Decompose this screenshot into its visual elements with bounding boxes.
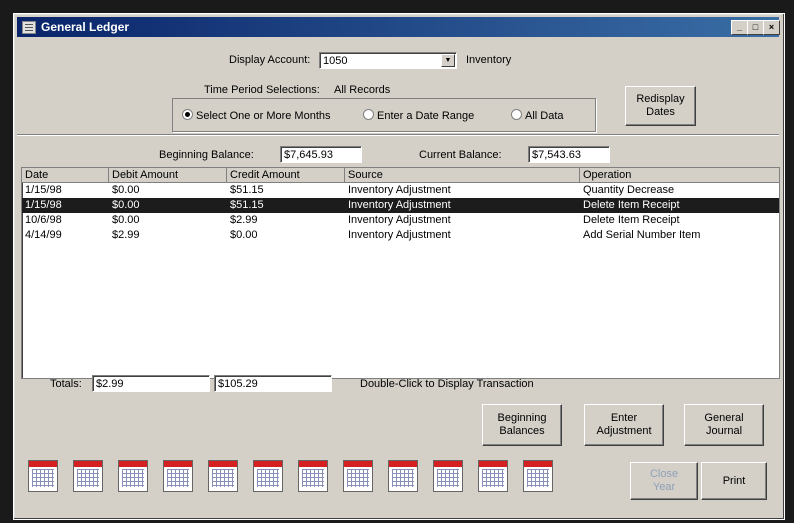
calendar-icon[interactable]	[298, 460, 328, 492]
calendar-icon[interactable]	[478, 460, 508, 492]
cell-date: 10/6/98	[25, 214, 62, 226]
calendar-icon[interactable]	[388, 460, 418, 492]
cell-source: Inventory Adjustment	[348, 229, 451, 241]
maximize-button[interactable]: □	[747, 20, 764, 35]
cell-credit: $51.15	[230, 199, 264, 211]
cell-operation: Quantity Decrease	[583, 184, 675, 196]
calendar-icon[interactable]	[343, 460, 373, 492]
column-header-date[interactable]: Date	[22, 168, 109, 182]
cell-credit: $0.00	[230, 229, 258, 241]
cell-credit: $2.99	[230, 214, 258, 226]
general-ledger-window: General Ledger _ □ × Display Account: 10…	[13, 13, 785, 520]
redisplay-dates-button[interactable]: Redisplay Dates	[625, 86, 696, 126]
table-row[interactable]: 1/15/98 $0.00 $51.15 Inventory Adjustmen…	[22, 183, 779, 198]
calendar-icon[interactable]	[118, 460, 148, 492]
title-bar[interactable]: General Ledger _ □ ×	[17, 17, 780, 37]
cell-debit: $0.00	[112, 214, 140, 226]
radio-dot-icon	[363, 109, 374, 120]
double-click-hint: Double-Click to Display Transaction	[360, 378, 534, 390]
cell-operation: Add Serial Number Item	[583, 229, 701, 241]
column-header-source[interactable]: Source	[345, 168, 580, 182]
radio-dot-icon	[511, 109, 522, 120]
radio-dot-icon	[182, 109, 193, 120]
beginning-balances-button[interactable]: Beginning Balances	[482, 404, 562, 446]
cell-date: 4/14/99	[25, 229, 62, 241]
minimize-button[interactable]: _	[731, 20, 748, 35]
current-balance-label: Current Balance:	[419, 149, 502, 161]
account-dropdown[interactable]: 1050 ▼	[319, 52, 457, 69]
cell-source: Inventory Adjustment	[348, 184, 451, 196]
total-credit-field: $105.29	[214, 375, 332, 392]
close-year-button[interactable]: Close Year	[630, 462, 698, 500]
totals-label: Totals:	[50, 378, 82, 390]
transactions-table[interactable]: Date Debit Amount Credit Amount Source O…	[21, 167, 780, 379]
current-balance-field: $7,543.63	[528, 146, 610, 163]
divider	[17, 134, 779, 136]
table-header: Date Debit Amount Credit Amount Source O…	[22, 168, 779, 183]
calendar-icon[interactable]	[253, 460, 283, 492]
calendar-icon[interactable]	[433, 460, 463, 492]
table-row[interactable]: 4/14/99 $2.99 $0.00 Inventory Adjustment…	[22, 228, 779, 243]
cell-date: 1/15/98	[25, 184, 62, 196]
column-header-debit[interactable]: Debit Amount	[109, 168, 227, 182]
account-name: Inventory	[466, 54, 512, 66]
total-debit-field: $2.99	[92, 375, 210, 392]
cell-source: Inventory Adjustment	[348, 214, 451, 226]
time-period-value: All Records	[334, 84, 391, 96]
column-header-credit[interactable]: Credit Amount	[227, 168, 345, 182]
cell-source: Inventory Adjustment	[348, 199, 451, 211]
radio-select-months[interactable]: Select One or More Months	[182, 109, 331, 122]
calendar-icon[interactable]	[28, 460, 58, 492]
cell-date: 1/15/98	[25, 199, 62, 211]
radio-date-range[interactable]: Enter a Date Range	[363, 109, 474, 122]
table-row[interactable]: 10/6/98 $0.00 $2.99 Inventory Adjustment…	[22, 213, 779, 228]
window-title: General Ledger	[41, 20, 130, 34]
calendar-icon[interactable]	[208, 460, 238, 492]
display-account-label: Display Account:	[229, 54, 311, 66]
column-header-operation[interactable]: Operation	[580, 168, 779, 182]
beginning-balance-label: Beginning Balance:	[159, 149, 254, 161]
radio-all-data[interactable]: All Data	[511, 109, 564, 122]
enter-adjustment-button[interactable]: Enter Adjustment	[584, 404, 664, 446]
cell-operation: Delete Item Receipt	[583, 199, 680, 211]
print-button[interactable]: Print	[701, 462, 767, 500]
chevron-down-icon[interactable]: ▼	[441, 54, 455, 67]
cell-credit: $51.15	[230, 184, 264, 196]
close-button[interactable]: ×	[763, 20, 780, 35]
calendar-icon[interactable]	[163, 460, 193, 492]
general-journal-button[interactable]: General Journal	[684, 404, 764, 446]
account-value: 1050	[323, 55, 348, 67]
time-period-label: Time Period Selections:	[204, 84, 320, 96]
ledger-icon	[22, 21, 36, 34]
cell-operation: Delete Item Receipt	[583, 214, 680, 226]
calendar-icon[interactable]	[73, 460, 103, 492]
cell-debit: $0.00	[112, 199, 140, 211]
calendar-icon[interactable]	[523, 460, 553, 492]
cell-debit: $0.00	[112, 184, 140, 196]
beginning-balance-field: $7,645.93	[280, 146, 362, 163]
cell-debit: $2.99	[112, 229, 140, 241]
table-row[interactable]: 1/15/98 $0.00 $51.15 Inventory Adjustmen…	[22, 198, 779, 213]
